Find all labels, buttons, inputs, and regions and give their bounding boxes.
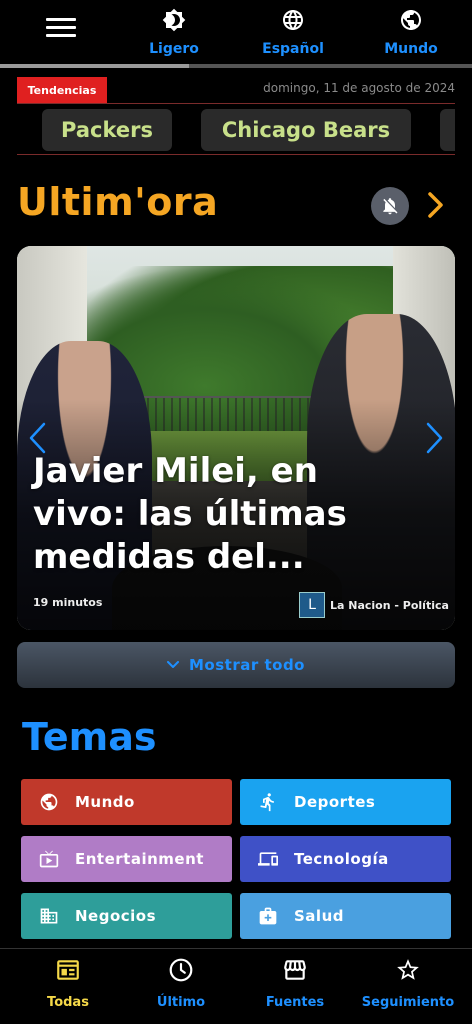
- nav-fuentes-tab[interactable]: Fuentes: [236, 949, 354, 1024]
- region-button[interactable]: Mundo: [366, 4, 456, 62]
- trending-chip[interactable]: Chicago Bears: [201, 109, 411, 151]
- news-source: La Nacion - Política: [330, 599, 449, 612]
- globe-language-icon: [283, 10, 303, 30]
- language-button[interactable]: Español: [248, 4, 338, 62]
- nav-seguimiento-tab[interactable]: Seguimiento: [349, 949, 467, 1024]
- theme-label: Ligero: [149, 41, 199, 57]
- source-logo: L: [299, 592, 325, 618]
- nav-label: Seguimiento: [361, 995, 455, 1010]
- topic-negocios-button[interactable]: Negocios: [21, 893, 232, 939]
- bell-off-icon: [383, 198, 398, 215]
- medical-bag-icon: [258, 906, 278, 926]
- star-icon: [397, 959, 419, 980]
- topic-entertainment-button[interactable]: Entertainment: [21, 836, 232, 882]
- reading-progress-fill: [0, 64, 189, 68]
- topic-mundo-button[interactable]: Mundo: [21, 779, 232, 825]
- trending-divider-bottom: [17, 154, 455, 155]
- news-headline[interactable]: Javier Milei, en vivo: las últimas medid…: [33, 450, 393, 579]
- reading-progress-bar: [0, 64, 472, 68]
- topics-section-title: Temas: [22, 715, 157, 759]
- running-icon: [258, 792, 278, 812]
- menu-icon[interactable]: [46, 16, 78, 40]
- topic-label: Entertainment: [75, 850, 204, 868]
- top-bar: Ligero Español Mundo: [0, 0, 472, 68]
- nav-label: Todas: [47, 995, 89, 1010]
- show-all-label: Mostrar todo: [189, 656, 305, 674]
- globe-region-icon: [401, 10, 421, 30]
- topic-label: Tecnología: [294, 850, 389, 868]
- trending-divider-top: [17, 103, 455, 104]
- carousel-next-icon[interactable]: [423, 421, 445, 455]
- trending-chip-overflow[interactable]: [440, 109, 455, 151]
- nav-label: Fuentes: [265, 995, 325, 1010]
- devices-icon: [258, 849, 278, 869]
- chevron-down-icon: [167, 661, 179, 668]
- news-card[interactable]: Javier Milei, en vivo: las últimas medid…: [17, 246, 455, 630]
- nav-label: Último: [156, 995, 206, 1010]
- topic-label: Mundo: [75, 793, 135, 811]
- chevron-right-icon[interactable]: [425, 191, 447, 219]
- topic-salud-button[interactable]: Salud: [240, 893, 451, 939]
- topic-label: Negocios: [75, 907, 157, 925]
- trending-chips: Packers Chicago Bears: [17, 109, 455, 151]
- bottom-navigation: Todas Último Fuentes Seguimiento: [0, 948, 472, 1024]
- business-icon: [39, 906, 59, 926]
- clock-icon: [169, 958, 193, 982]
- trending-badge: Tendencias: [17, 77, 107, 103]
- trending-chip[interactable]: Packers: [42, 109, 172, 151]
- storefront-icon: [284, 960, 306, 980]
- theme-toggle-button[interactable]: Ligero: [129, 4, 219, 62]
- latest-section-title: Ultim'ora: [17, 180, 219, 224]
- language-label: Español: [262, 41, 324, 57]
- topic-label: Deportes: [294, 793, 376, 811]
- newspaper-icon: [57, 960, 79, 980]
- globe-icon: [39, 792, 59, 812]
- topic-deportes-button[interactable]: Deportes: [240, 779, 451, 825]
- brightness-icon: [162, 8, 186, 32]
- notifications-toggle-button[interactable]: [371, 187, 409, 225]
- topic-label: Salud: [294, 907, 344, 925]
- news-time: 19 minutos: [33, 596, 103, 609]
- nav-ultimo-tab[interactable]: Último: [122, 949, 240, 1024]
- tv-icon: [39, 849, 59, 869]
- show-all-button[interactable]: Mostrar todo: [17, 642, 455, 688]
- region-label: Mundo: [384, 41, 438, 57]
- topic-tecnologia-button[interactable]: Tecnología: [240, 836, 451, 882]
- nav-todas-tab[interactable]: Todas: [9, 949, 127, 1024]
- current-date: domingo, 11 de agosto de 2024: [263, 81, 455, 95]
